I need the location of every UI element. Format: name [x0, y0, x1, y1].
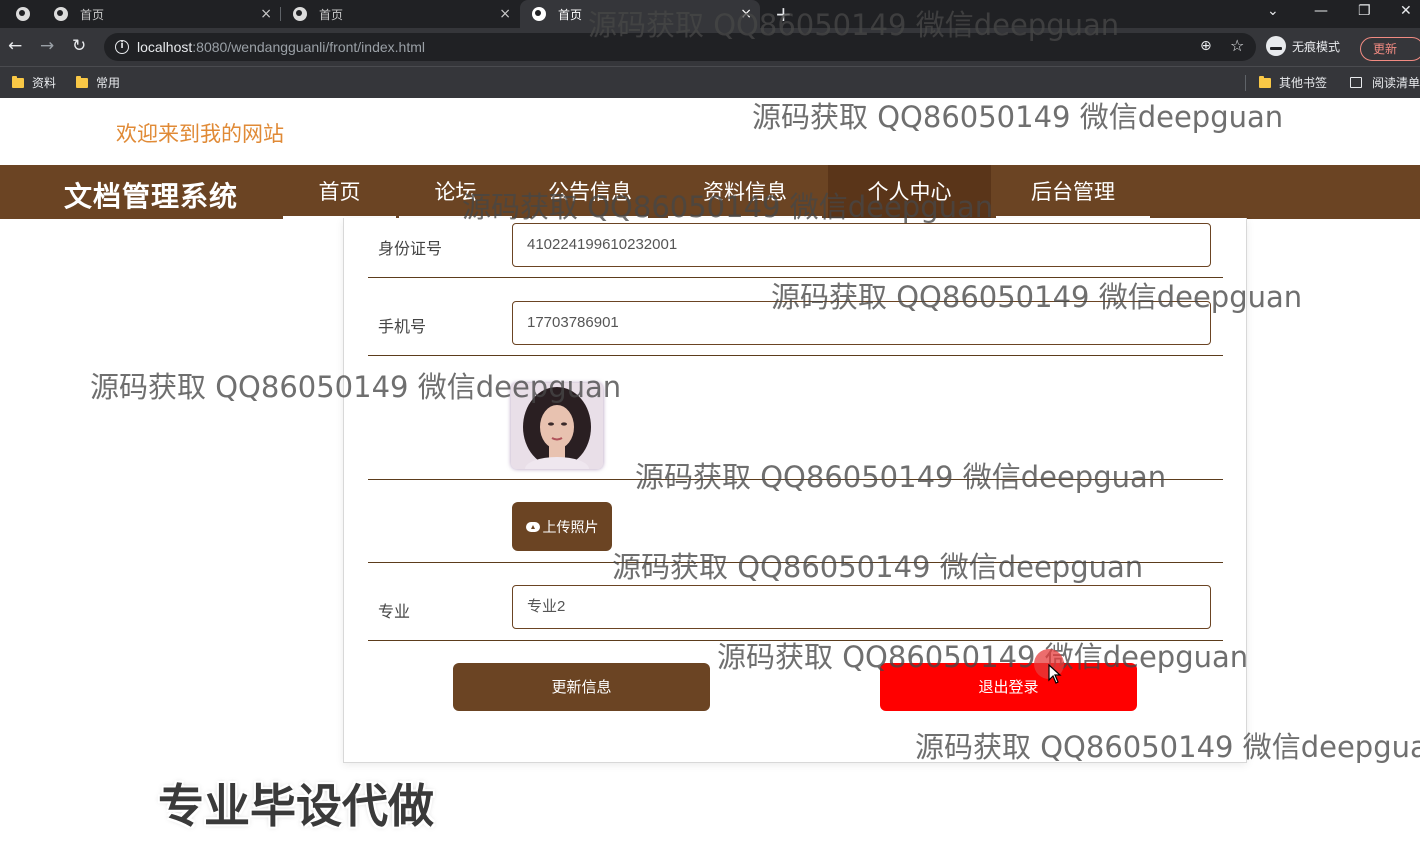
- bookmark-folder[interactable]: 常用: [76, 74, 120, 91]
- incognito-icon: [1266, 36, 1286, 56]
- profile-photo: [511, 383, 603, 469]
- close-window-icon[interactable]: ✕: [1400, 3, 1412, 19]
- nav-announcements[interactable]: 公告信息: [532, 165, 648, 219]
- browser-tab-2[interactable]: 首页 ×: [281, 0, 519, 28]
- close-icon[interactable]: ×: [260, 6, 272, 22]
- welcome-text: 欢迎来到我的网站: [116, 122, 284, 146]
- close-icon[interactable]: ×: [740, 6, 752, 22]
- forward-icon[interactable]: →: [40, 36, 54, 56]
- bookmark-divider: [1245, 75, 1246, 91]
- reading-list[interactable]: 阅读清单: [1350, 74, 1420, 91]
- incognito-label: 无痕模式: [1292, 39, 1341, 54]
- url-host: localhost: [137, 39, 193, 55]
- globe-icon: [293, 7, 307, 21]
- reload-icon[interactable]: ↻: [72, 36, 86, 56]
- browser-toolbar: ← → ↻ i localhost:8080/wendangguanli/fro…: [0, 28, 1420, 66]
- url-text[interactable]: localhost:8080/wendangguanli/front/index…: [137, 39, 425, 55]
- globe-icon: [532, 7, 546, 21]
- zoom-icon[interactable]: ⊕: [1200, 38, 1212, 54]
- restore-icon[interactable]: ❐: [1358, 3, 1371, 19]
- row-divider: [368, 355, 1223, 356]
- cloud-upload-icon: [525, 521, 540, 532]
- profile-form-card: 身份证号 410224199610232001 手机号 17703786901 …: [343, 218, 1247, 763]
- nav-forum[interactable]: 论坛: [399, 165, 512, 219]
- id-number-label: 身份证号: [378, 239, 443, 258]
- tab-search-icon[interactable]: ⌄: [1267, 3, 1279, 19]
- url-path: :8080/wendangguanli/front/index.html: [192, 39, 425, 55]
- address-bar[interactable]: i localhost:8080/wendangguanli/front/ind…: [104, 33, 1256, 61]
- portrait-image: [511, 383, 603, 469]
- bookmark-label: 资料: [32, 76, 57, 90]
- folder-icon: [12, 75, 24, 88]
- overlay-caption: 专业毕设代做: [158, 779, 434, 833]
- globe-icon: [54, 7, 68, 21]
- tab-title: 首页: [558, 7, 583, 22]
- bookmark-label: 其他书签: [1279, 76, 1328, 90]
- nav-personal-center[interactable]: 个人中心: [828, 165, 991, 219]
- phone-label: 手机号: [378, 317, 427, 336]
- bookmark-label: 常用: [96, 76, 121, 90]
- bookmarks-bar: 资料 常用 其他书签 阅读清单: [0, 66, 1420, 98]
- info-icon[interactable]: i: [115, 40, 129, 54]
- browser-tab-1[interactable]: 首页 ×: [0, 0, 280, 28]
- browser-update-button[interactable]: 更新: [1360, 37, 1420, 61]
- folder-icon: [76, 75, 88, 88]
- id-number-input[interactable]: 410224199610232001: [512, 223, 1211, 267]
- globe-icon: [16, 7, 30, 21]
- nav-admin[interactable]: 后台管理: [996, 165, 1150, 219]
- bookmark-star-icon[interactable]: ☆: [1230, 36, 1244, 55]
- phone-input[interactable]: 17703786901: [512, 301, 1211, 345]
- reading-list-icon: [1350, 77, 1362, 88]
- major-label: 专业: [378, 602, 411, 621]
- browser-tab-3-active[interactable]: 首页 ×: [520, 0, 760, 28]
- update-info-button[interactable]: 更新信息: [453, 663, 710, 711]
- nav-materials[interactable]: 资料信息: [668, 165, 822, 219]
- new-tab-button[interactable]: +: [775, 2, 792, 26]
- tab-title: 首页: [80, 7, 105, 22]
- bookmark-folder[interactable]: 资料: [12, 74, 56, 91]
- bookmark-label: 阅读清单: [1372, 76, 1420, 90]
- row-divider: [368, 479, 1223, 480]
- major-input[interactable]: 专业2: [512, 585, 1211, 629]
- upload-photo-button[interactable]: 上传照片: [512, 502, 612, 551]
- logout-button[interactable]: 退出登录: [880, 663, 1137, 711]
- mouse-cursor-icon: [1048, 664, 1062, 684]
- site-brand[interactable]: 文档管理系统: [64, 175, 238, 215]
- watermark-text: 源码获取 QQ86050149 微信deepguan: [752, 100, 1284, 134]
- row-divider: [368, 277, 1223, 278]
- upload-label: 上传照片: [542, 519, 599, 536]
- minimize-icon[interactable]: —: [1314, 3, 1328, 19]
- other-bookmarks[interactable]: 其他书签: [1259, 74, 1327, 91]
- incognito-indicator[interactable]: 无痕模式: [1266, 34, 1340, 58]
- web-page: 欢迎来到我的网站 文档管理系统 首页 论坛 公告信息 资料信息 个人中心 后台管…: [0, 98, 1420, 850]
- close-icon[interactable]: ×: [499, 6, 511, 22]
- browser-tab-bar: 首页 × 首页 × 首页 × + ⌄ — ❐ ✕: [0, 0, 1420, 28]
- row-divider: [368, 562, 1223, 563]
- folder-icon: [1259, 75, 1271, 88]
- tab-title: 首页: [319, 7, 344, 22]
- back-icon[interactable]: ←: [8, 36, 22, 56]
- main-navbar: 文档管理系统 首页 论坛 公告信息 资料信息 个人中心 后台管理: [0, 165, 1420, 219]
- nav-home[interactable]: 首页: [283, 165, 396, 219]
- row-divider: [368, 640, 1223, 641]
